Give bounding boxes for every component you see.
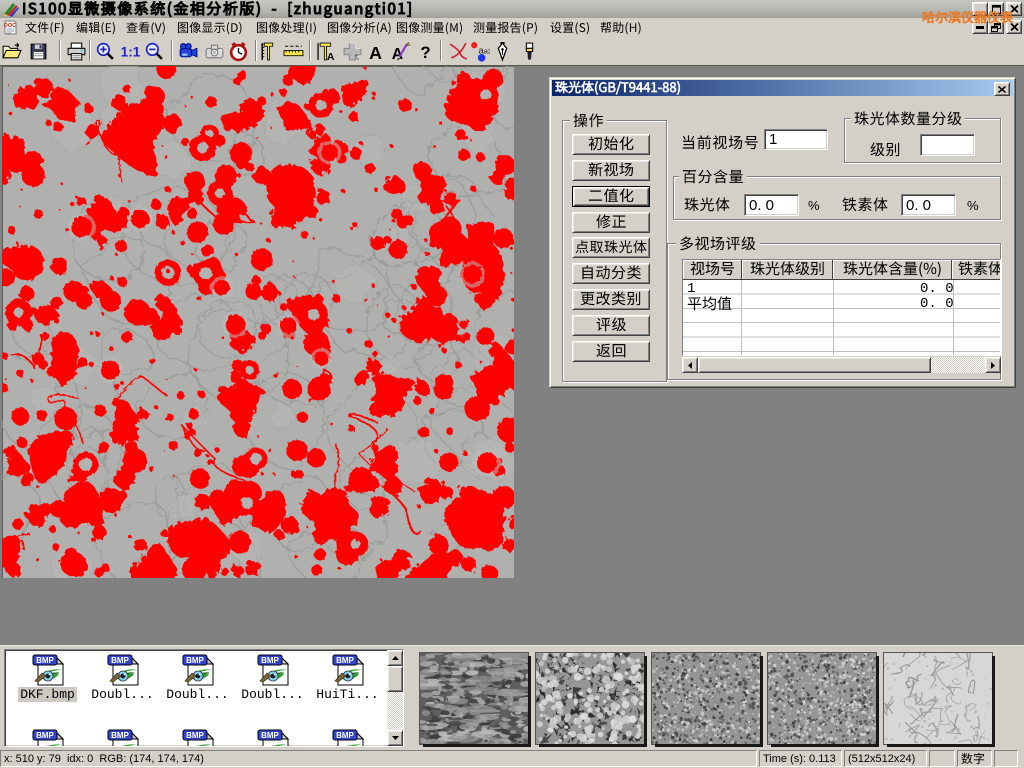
svg-text:BMP: BMP — [36, 731, 54, 740]
svg-text:BMP: BMP — [261, 731, 279, 740]
svg-text:DOC: DOC — [4, 23, 16, 29]
svg-text:BMP: BMP — [336, 731, 354, 740]
svg-text:1:1: 1:1 — [120, 44, 140, 59]
svg-text:BMP: BMP — [336, 656, 354, 665]
svg-text:BMP: BMP — [36, 656, 54, 665]
svg-text:?: ? — [420, 42, 430, 61]
svg-text:BMP: BMP — [111, 731, 129, 740]
svg-text:BMP: BMP — [186, 656, 204, 665]
svg-text:A: A — [369, 42, 382, 61]
svg-text:BMP: BMP — [186, 731, 204, 740]
svg-text:BMP: BMP — [111, 656, 129, 665]
svg-text:A: A — [326, 50, 334, 61]
svg-text:BMP: BMP — [261, 656, 279, 665]
